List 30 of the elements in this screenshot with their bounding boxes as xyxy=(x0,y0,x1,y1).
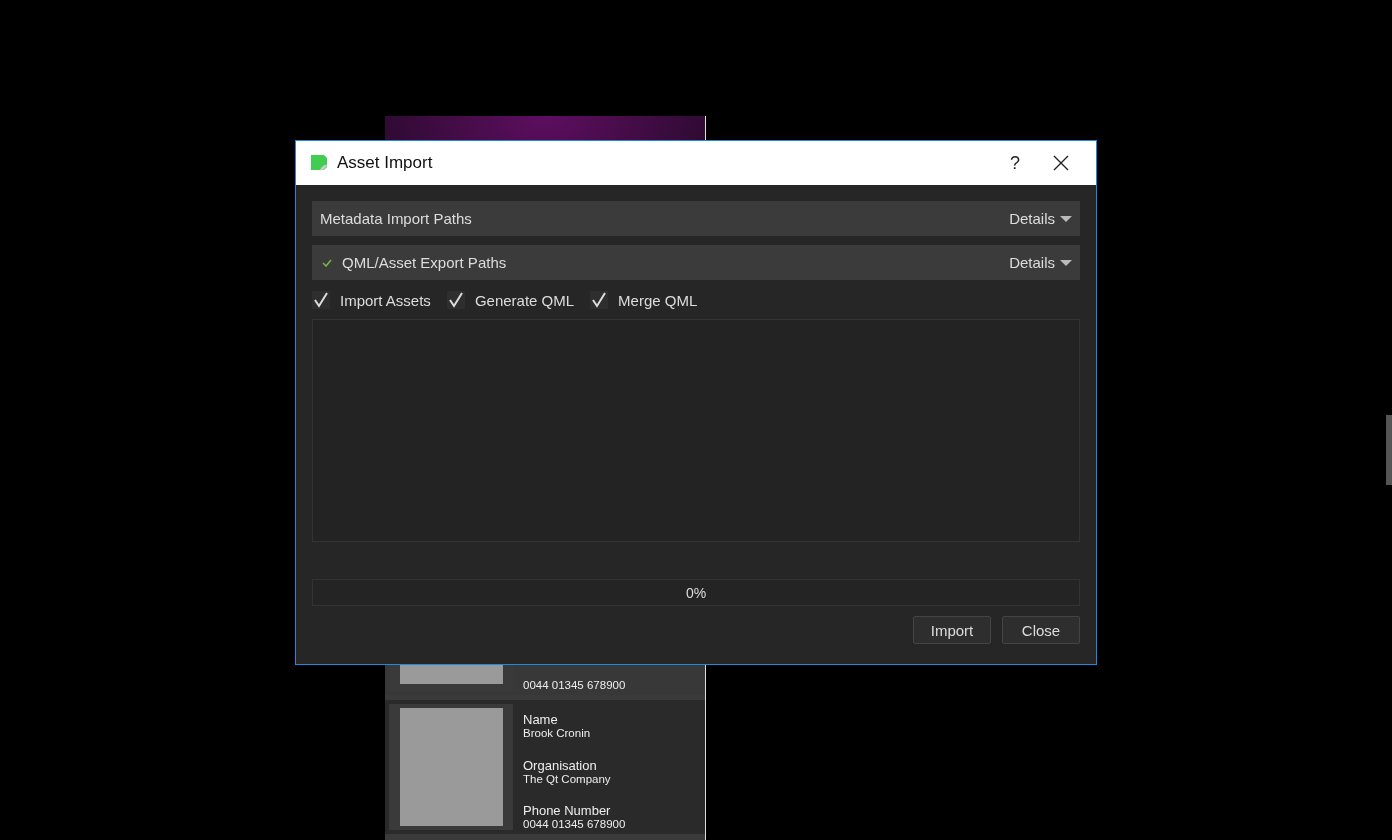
dialog-button[interactable]: Import xyxy=(913,616,991,644)
window-title: Asset Import xyxy=(337,153,433,173)
checkbox-label: Import Assets xyxy=(340,291,431,309)
checkbox-label: Merge QML xyxy=(618,291,698,309)
checkbox[interactable] xyxy=(590,291,609,309)
checkbox[interactable] xyxy=(312,291,330,309)
help-button[interactable]: ? xyxy=(992,141,1038,185)
section-header[interactable]: Metadata Import Paths Details xyxy=(312,201,1080,236)
details-button[interactable]: Details xyxy=(1009,254,1072,271)
checkbox[interactable] xyxy=(446,291,465,309)
section-header[interactable]: QML/Asset Export Paths Details xyxy=(312,245,1080,280)
close-icon xyxy=(1053,155,1069,171)
contact-card[interactable]: Name Brook Cronin Organisation The Qt Company Phone Number 0044 01345 678900 xyxy=(385,700,705,834)
field-label: Phone Number xyxy=(523,803,612,818)
field-label: Name xyxy=(523,712,559,727)
field-value: Brook Cronin xyxy=(523,727,592,739)
app-logo-icon xyxy=(309,153,329,173)
section-title: Metadata Import Paths xyxy=(320,210,472,227)
details-button[interactable]: Details xyxy=(1009,210,1072,227)
caret-icon xyxy=(1060,215,1072,222)
dialog-button[interactable]: Close xyxy=(1002,616,1080,644)
field-value: 0044 01345 678900 xyxy=(523,679,626,691)
scrollbar-thumb[interactable] xyxy=(1386,415,1392,485)
field-value: 0044 01345 678900 xyxy=(523,818,626,830)
field-value: The Qt Company xyxy=(523,772,612,785)
field-label: Organisation xyxy=(523,757,598,773)
progress-text: 0% xyxy=(685,584,707,601)
caret-icon xyxy=(1060,259,1072,266)
checkbox-label: Generate QML xyxy=(474,291,575,309)
section-title: QML/Asset Export Paths xyxy=(342,254,507,271)
